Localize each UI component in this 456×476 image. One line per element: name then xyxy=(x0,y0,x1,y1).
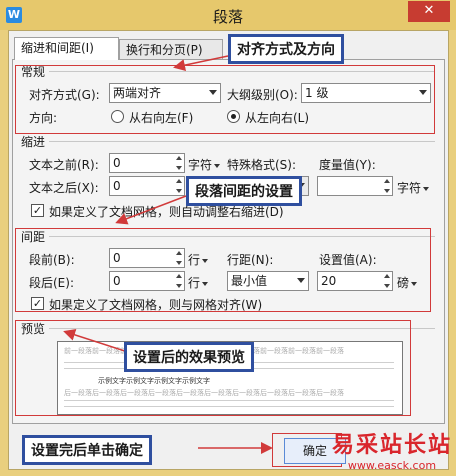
arrow-spacing xyxy=(115,195,187,225)
arrow-preview xyxy=(63,329,129,353)
watermark-title: 易采站长站 xyxy=(331,432,452,458)
arrow-align xyxy=(173,55,229,72)
watermark-url: www.easck.com xyxy=(347,459,437,472)
paragraph-dialog: W 段落 ✕ 缩进和间距(I) 换行和分页(P) 常规 对齐方式(G): 两端对… xyxy=(0,0,456,476)
annotation-arrows xyxy=(63,55,273,454)
watermark: 易采站长站 www.easck.com xyxy=(332,427,452,472)
callout-align: 对齐方式及方向 xyxy=(228,34,344,64)
callout-preview: 设置后的效果预览 xyxy=(124,342,254,372)
callout-ok: 设置完后单击确定 xyxy=(22,435,152,465)
callout-spacing: 段落间距的设置 xyxy=(186,176,302,206)
